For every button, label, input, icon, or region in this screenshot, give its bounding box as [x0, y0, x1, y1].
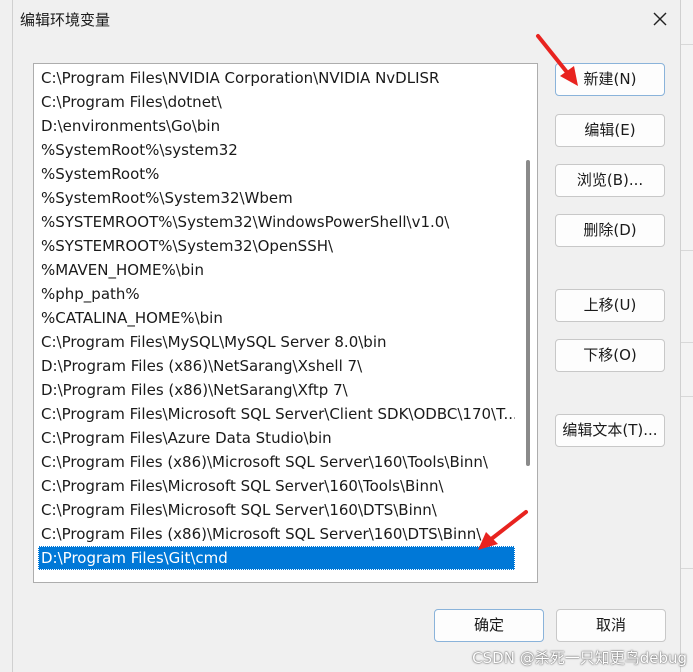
close-button[interactable] [650, 9, 670, 29]
path-list-item[interactable]: C:\Program Files\Microsoft SQL Server\Cl… [38, 402, 515, 426]
path-list-item[interactable]: %SystemRoot% [38, 162, 515, 186]
cancel-button[interactable]: 取消 [556, 609, 666, 642]
path-list-item[interactable]: %SystemRoot%\System32\Wbem [38, 186, 515, 210]
path-list-item[interactable]: D:\Program Files (x86)\NetSarang\Xshell … [38, 354, 515, 378]
path-list-item[interactable]: C:\Program Files\MySQL\MySQL Server 8.0\… [38, 330, 515, 354]
path-list[interactable]: C:\Program Files\NVIDIA Corporation\NVID… [33, 63, 538, 583]
path-list-item[interactable]: C:\Program Files\Microsoft SQL Server\16… [38, 498, 515, 522]
path-list-item[interactable]: %php_path% [38, 282, 515, 306]
path-list-item[interactable]: C:\Program Files\NVIDIA Corporation\NVID… [38, 66, 515, 90]
move-down-button[interactable]: 下移(O) [555, 339, 665, 372]
browse-button[interactable]: 浏览(B)... [555, 164, 665, 197]
close-icon [653, 12, 667, 26]
path-list-item[interactable]: D:\Program Files\Git\cmd [38, 546, 515, 570]
path-list-item[interactable]: %CATALINA_HOME%\bin [38, 306, 515, 330]
path-list-item[interactable]: D:\environments\Go\bin [38, 114, 515, 138]
move-up-button[interactable]: 上移(U) [555, 289, 665, 322]
path-list-item[interactable]: %SYSTEMROOT%\System32\OpenSSH\ [38, 234, 515, 258]
edit-env-variable-dialog: 编辑环境变量 C:\Program Files\NVIDIA Corporati… [12, 0, 681, 672]
path-list-item[interactable]: %SystemRoot%\system32 [38, 138, 515, 162]
new-button[interactable]: 新建(N) [555, 63, 665, 96]
title-bar: 编辑环境变量 [13, 0, 680, 38]
edit-button[interactable]: 编辑(E) [555, 114, 665, 147]
path-list-item[interactable]: C:\Program Files\dotnet\ [38, 90, 515, 114]
scrollbar-thumb[interactable] [526, 160, 530, 466]
path-list-item[interactable]: C:\Program Files\Azure Data Studio\bin [38, 426, 515, 450]
edit-text-button[interactable]: 编辑文本(T)... [555, 414, 665, 447]
path-list-item[interactable]: %SYSTEMROOT%\System32\WindowsPowerShell\… [38, 210, 515, 234]
path-list-item[interactable]: %MAVEN_HOME%\bin [38, 258, 515, 282]
dialog-title: 编辑环境变量 [20, 11, 111, 29]
ok-button[interactable]: 确定 [434, 609, 544, 642]
path-list-item[interactable]: C:\Program Files\Microsoft SQL Server\16… [38, 474, 515, 498]
path-list-item[interactable]: C:\Program Files (x86)\Microsoft SQL Ser… [38, 450, 515, 474]
delete-button[interactable]: 删除(D) [555, 214, 665, 247]
watermark: CSDN @杀死一只知更鸟debug [472, 649, 687, 667]
path-list-item[interactable]: D:\Program Files (x86)\NetSarang\Xftp 7\ [38, 378, 515, 402]
vertical-scrollbar[interactable] [520, 64, 537, 582]
path-list-item[interactable]: C:\Program Files (x86)\Microsoft SQL Ser… [38, 522, 515, 546]
